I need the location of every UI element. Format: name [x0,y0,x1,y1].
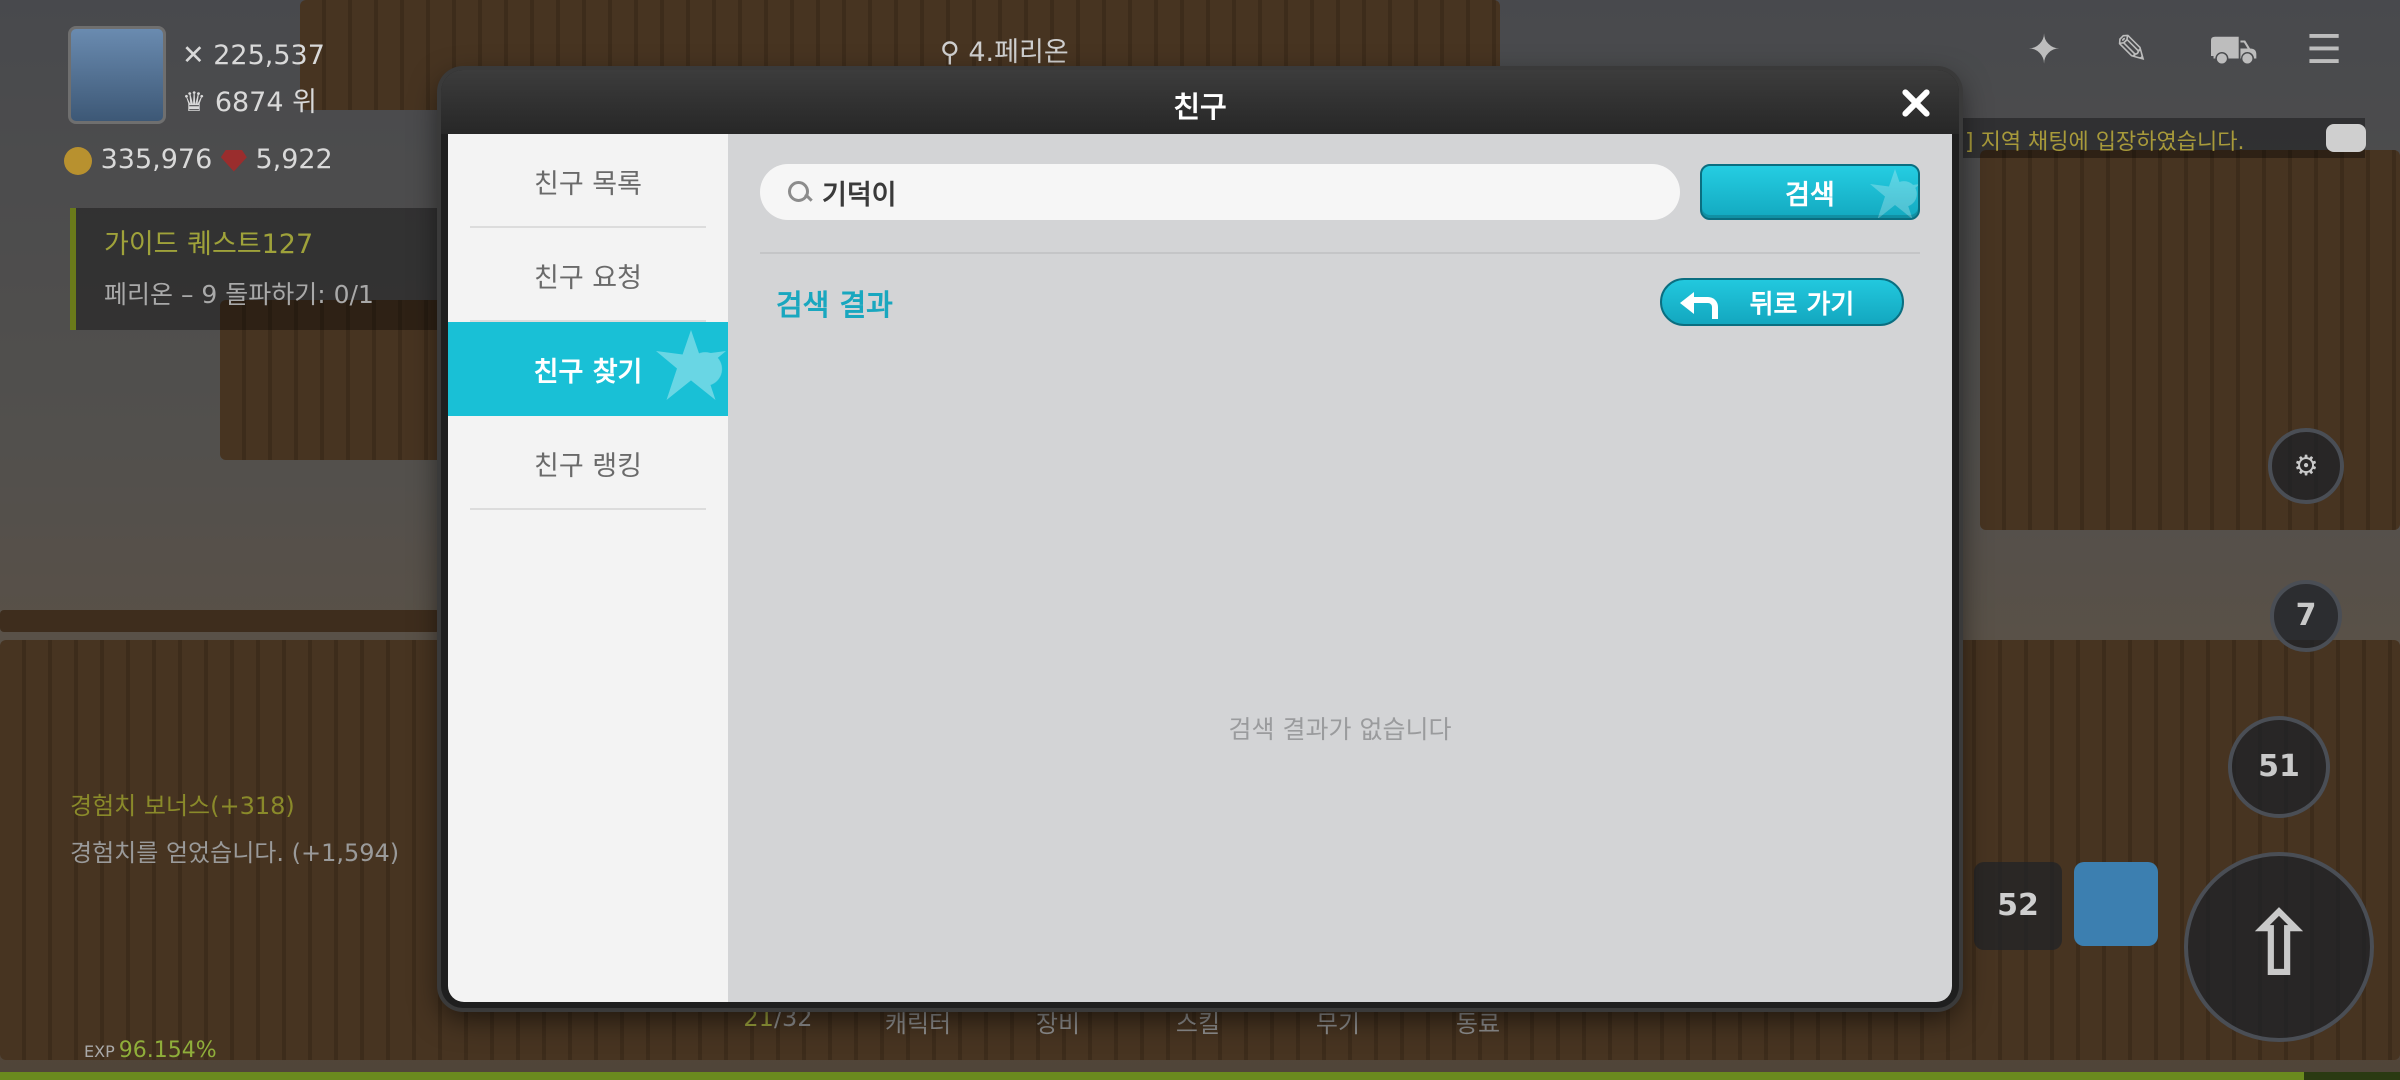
back-arrow-icon [1680,290,1718,319]
back-button-label: 뒤로 가기 [1749,289,1855,320]
settings-gear-button[interactable]: ⚙ [2268,428,2344,504]
exp-bar-fill [0,1072,2304,1080]
sidebar-item-friend-requests[interactable]: 친구 요청 [448,228,728,322]
empty-results-message: 검색 결과가 없습니다 [1228,715,1452,744]
tab-skill[interactable]: 스킬 [1128,1004,1268,1039]
search-icon [786,179,812,205]
skill-slot-icon[interactable] [2074,862,2158,946]
event-icon[interactable]: ✦ [2020,28,2068,72]
player-avatar[interactable] [68,26,166,124]
sidebar-item-find-friends[interactable]: 친구 찾기 [448,322,728,416]
search-field[interactable] [760,164,1680,220]
quest-desc: 페리온 – 9 돌파하기: 0/1 [104,280,374,309]
search-button-label: 검색 [1785,179,1835,211]
chat-notice[interactable]: ] 지역 채팅에 입장하였습니다. [1955,118,2365,158]
location-label: ⚲ 4.페리온 [940,30,1069,69]
tab-character[interactable]: 캐릭터 [848,1004,988,1039]
maple-leaf-icon [1848,166,1918,218]
chat-bubble-icon[interactable] [2326,124,2366,152]
search-button[interactable]: 검색 [1700,164,1920,220]
sidebar-item-friend-ranking[interactable]: 친구 랭킹 [448,416,728,510]
exp-readout: EXP 96.154% [84,1038,217,1063]
tab-equipment[interactable]: 장비 [988,1004,1128,1039]
exp-gain-line: 경험치를 얻었습니다. (+1,594) [70,839,400,867]
location-value: 4.페리온 [968,37,1069,68]
tab-companion[interactable]: 동료 [1408,1004,1548,1039]
sidebar-item-label: 친구 요청 [534,262,642,294]
friend-dialog: 친구 친구 목록 친구 요청 친구 찾기 친구 랭킹 기덕이 검색 검색 결과 … [441,70,1959,1008]
currency-readout: 335,976 5,922 [64,144,333,175]
skill-slot-51[interactable]: 51 [2228,716,2330,818]
sidebar-item-label: 친구 랭킹 [534,450,642,482]
inventory-count[interactable]: 21/32 [708,1004,848,1039]
search-row: 검색 [760,164,1920,224]
menu-icon[interactable]: ☰ [2300,28,2348,72]
power-value: 225,537 [213,40,325,71]
trophy-icon: ♛ [182,87,207,118]
skill-cooldown-51: 51 [2258,749,2300,784]
results-title: 검색 결과 [776,288,893,322]
guide-quest-panel[interactable]: 가이드 퀘스트127 페리온 – 9 돌파하기: 0/1 [70,208,450,330]
exp-value: 96.154% [118,1038,217,1063]
maple-leaf-icon [638,322,728,416]
search-input[interactable] [822,176,1642,208]
back-button[interactable]: 뒤로 가기 [1660,278,1904,326]
exp-bonus-line: 경험치 보너스(+318) [70,792,295,820]
exp-label: EXP [84,1042,115,1061]
tab-weapon[interactable]: 무기 [1268,1004,1408,1039]
meso-value: 335,976 [100,144,213,175]
skill-cooldown-52: 52 [1997,888,2039,923]
close-icon[interactable] [1895,82,1937,124]
rank-value: 6874 위 [214,87,317,118]
sword-icon: ✕ [182,40,205,71]
quest-title: 가이드 퀘스트127 [104,229,314,260]
find-friends-panel: 검색 검색 결과 뒤로 가기 검색 결과가 없습니다 [728,134,1952,1002]
sidebar-item-label: 친구 목록 [534,168,642,200]
quest-log-icon[interactable]: ✎ [2108,28,2156,72]
inventory-count-total: /32 [773,1004,813,1032]
power-readout: ✕ 225,537 [182,40,325,71]
dialog-body: 친구 목록 친구 요청 친구 찾기 친구 랭킹 검색 [448,134,1952,1002]
potion-slot-7[interactable]: 7 [2270,580,2342,652]
friend-sidebar: 친구 목록 친구 요청 친구 찾기 친구 랭킹 [448,134,728,1002]
inventory-count-now: 21 [743,1004,774,1032]
rank-readout: ♛ 6874 위 [182,80,317,119]
map-pin-icon: ⚲ [940,37,960,68]
gem-value: 5,922 [255,144,333,175]
potion-count: 7 [2295,598,2317,633]
red-gem-icon [220,149,247,172]
dialog-header: 친구 [441,70,1959,134]
skill-slot-52[interactable]: 52 [1974,862,2062,950]
sidebar-item-label: 친구 찾기 [533,356,643,388]
sidebar-item-friend-list[interactable]: 친구 목록 [448,134,728,228]
exp-log: 경험치 보너스(+318) 경험치를 얻었습니다. (+1,594) [70,786,399,868]
dialog-title: 친구 [1173,90,1227,124]
divider [760,252,1920,254]
exp-bar [0,1072,2400,1080]
bottom-menu: 21/32 캐릭터 장비 스킬 무기 동료 [708,1004,1548,1039]
meso-coin-icon [64,146,92,175]
jump-button[interactable]: ⇧ [2184,852,2374,1042]
cash-shop-icon[interactable]: ⛟ [2208,28,2258,72]
